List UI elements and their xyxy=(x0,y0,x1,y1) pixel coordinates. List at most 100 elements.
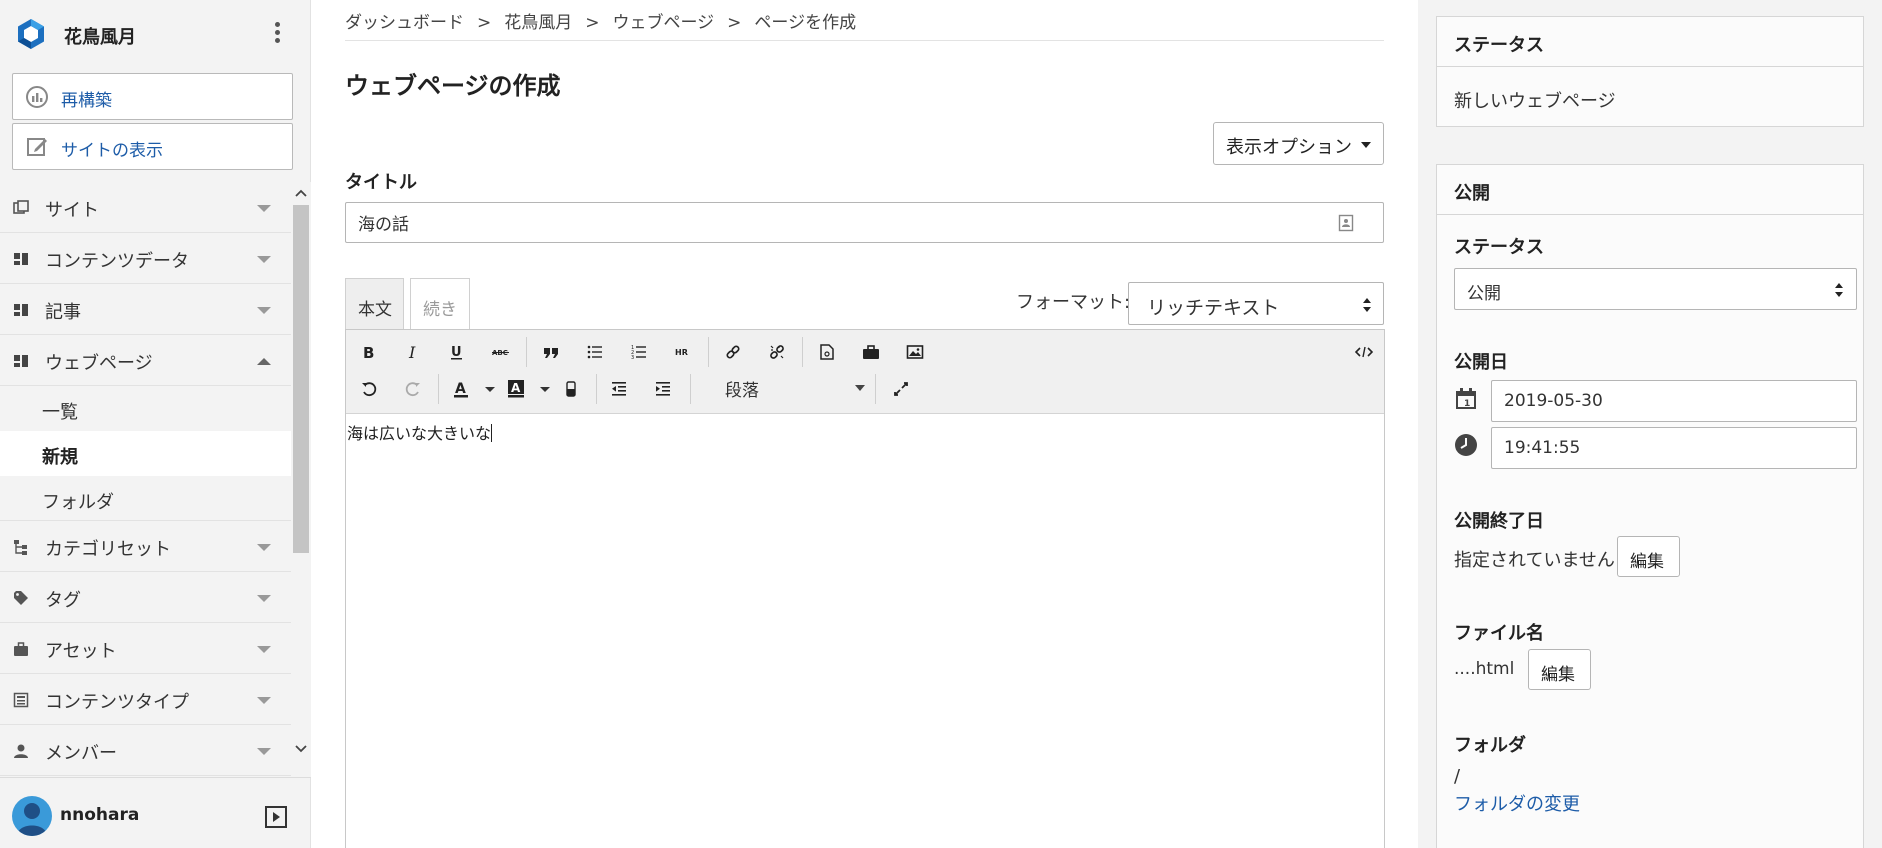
divider xyxy=(345,40,1384,41)
sidebar-item-content-data[interactable]: コンテンツデータ xyxy=(0,233,291,284)
edit-unpublish-button[interactable]: 編集 xyxy=(1617,536,1680,577)
sidebar-item-webpages[interactable]: ウェブページ xyxy=(0,335,291,386)
sidebar-item-content-types[interactable]: コンテンツタイプ xyxy=(0,674,291,725)
tab-more[interactable]: 続き xyxy=(410,278,470,330)
fullscreen-icon[interactable] xyxy=(886,374,916,404)
toolbar-separator xyxy=(526,337,527,367)
tab-label: 続き xyxy=(423,300,457,320)
publish-date-input[interactable]: 2019-05-30 xyxy=(1491,380,1857,422)
publish-time-input[interactable]: 19:41:55 xyxy=(1491,427,1857,469)
svg-text:I: I xyxy=(408,344,416,360)
insert-file-icon[interactable] xyxy=(812,337,842,367)
sidebar-item-members[interactable]: メンバー xyxy=(0,725,291,776)
undo-icon[interactable] xyxy=(354,374,384,404)
user-name[interactable]: nnohara xyxy=(60,805,139,825)
italic-icon[interactable]: I xyxy=(398,337,428,367)
indent-icon[interactable] xyxy=(648,374,678,404)
editor-content[interactable]: 海は広いな大きいな xyxy=(346,414,1384,848)
format-select[interactable]: リッチテキスト xyxy=(1128,282,1384,325)
chevron-down-icon xyxy=(257,748,271,755)
horizontal-rule-icon[interactable]: HR xyxy=(668,337,698,367)
folder-value: / xyxy=(1454,766,1461,787)
chevron-down-icon xyxy=(257,646,271,653)
title-input[interactable] xyxy=(345,202,1384,243)
blockquote-icon[interactable] xyxy=(536,337,566,367)
change-folder-link[interactable]: フォルダの変更 xyxy=(1454,790,1580,816)
edit-label: 編集 xyxy=(1541,665,1575,685)
sidebar-item-entries[interactable]: 記事 xyxy=(0,284,291,335)
svg-text:A: A xyxy=(455,381,466,397)
chevron-down-icon xyxy=(257,595,271,602)
bold-icon[interactable]: B xyxy=(354,337,384,367)
outdent-icon[interactable] xyxy=(604,374,634,404)
sidebar-item-site[interactable]: サイト xyxy=(0,182,291,233)
edit-filename-button[interactable]: 編集 xyxy=(1528,649,1591,690)
format-label: フォーマット: xyxy=(1016,292,1131,313)
underline-icon[interactable]: U xyxy=(442,337,472,367)
numbered-list-icon[interactable]: 123 xyxy=(624,337,654,367)
calendar-icon[interactable]: 1 xyxy=(1454,387,1478,411)
status-card-title: ステータス xyxy=(1454,35,1544,56)
breadcrumb-webpages[interactable]: ウェブページ xyxy=(613,13,715,33)
sidebar-subitem-new[interactable]: 新規 xyxy=(0,431,291,476)
bullet-list-icon[interactable] xyxy=(580,337,610,367)
chevron-down-icon xyxy=(257,697,271,704)
sidebar-item-tags[interactable]: タグ xyxy=(0,572,291,623)
sidebar-item-category-sets[interactable]: カテゴリセット xyxy=(0,521,291,572)
settings-panel: ステータス 新しいウェブページ 公開 ステータス 公開 公開日 1 2019-0… xyxy=(1418,0,1882,848)
display-options-button[interactable]: 表示オプション xyxy=(1213,122,1384,165)
breadcrumb-dashboard[interactable]: ダッシュボード xyxy=(345,13,464,33)
caret-down-icon[interactable] xyxy=(485,387,495,392)
insert-image-icon[interactable] xyxy=(900,337,930,367)
rebuild-button[interactable]: 再構築 xyxy=(12,73,293,120)
scroll-down-icon[interactable] xyxy=(293,740,309,756)
site-icon xyxy=(13,200,29,214)
publish-date-value: 2019-05-30 xyxy=(1504,391,1603,411)
tab-body[interactable]: 本文 xyxy=(345,278,404,330)
tag-icon xyxy=(14,591,28,605)
caret-down-icon xyxy=(1361,142,1371,148)
unpublish-date-label: 公開終了日 xyxy=(1454,511,1544,532)
clock-icon[interactable] xyxy=(1454,433,1478,457)
publish-status-select[interactable]: 公開 xyxy=(1454,268,1857,310)
folder-label: フォルダ xyxy=(1454,735,1526,756)
redo-icon[interactable] xyxy=(398,374,428,404)
page-title: ウェブページの作成 xyxy=(345,72,561,100)
sidebar-scrollbar-thumb[interactable] xyxy=(293,205,309,553)
breadcrumb-separator: > xyxy=(727,13,742,33)
more-vertical-icon[interactable] xyxy=(272,22,282,46)
source-code-icon[interactable] xyxy=(1349,337,1379,367)
paragraph-format-select[interactable]: 段落 xyxy=(719,374,871,402)
link-icon[interactable] xyxy=(718,337,748,367)
toolbar-separator xyxy=(802,337,803,367)
sidebar-subitem-folders[interactable]: フォルダ xyxy=(0,476,291,521)
sidebar-subitem-list[interactable]: 一覧 xyxy=(0,386,291,431)
contact-card-icon[interactable] xyxy=(1338,214,1354,232)
card-header: 公開 xyxy=(1437,165,1863,215)
text-color-icon[interactable]: A xyxy=(446,374,476,404)
scroll-up-icon[interactable] xyxy=(293,186,309,202)
rich-text-editor: B I U ABC 123 HR xyxy=(345,329,1385,848)
insert-asset-icon[interactable] xyxy=(856,337,886,367)
avatar[interactable] xyxy=(12,796,52,836)
main-content: ダッシュボード > 花鳥風月 > ウェブページ > ページを作成 ウェブページの作成 表示オ… xyxy=(311,0,1418,848)
strikethrough-icon[interactable]: ABC xyxy=(486,337,516,367)
display-options-label: 表示オプション xyxy=(1226,137,1352,158)
caret-down-icon[interactable] xyxy=(540,387,550,392)
edit-icon xyxy=(27,138,47,156)
breadcrumb-site[interactable]: 花鳥風月 xyxy=(504,13,572,33)
background-color-icon[interactable]: A xyxy=(501,374,531,404)
brand-name[interactable]: 花鳥風月 xyxy=(64,23,136,49)
remove-format-icon[interactable] xyxy=(556,374,586,404)
unlink-icon[interactable] xyxy=(762,337,792,367)
collapse-sidebar-icon[interactable] xyxy=(264,805,288,829)
filename-value: ....html xyxy=(1454,659,1515,679)
edit-label: 編集 xyxy=(1630,552,1664,572)
content-data-icon xyxy=(14,253,28,265)
unpublish-date-value: 指定されていません xyxy=(1454,550,1615,571)
rebuild-icon xyxy=(26,86,48,108)
webpage-icon xyxy=(14,355,28,367)
view-site-button[interactable]: サイトの表示 xyxy=(12,123,293,170)
sidebar-item-label: カテゴリセット xyxy=(45,539,171,560)
sidebar-item-assets[interactable]: アセット xyxy=(0,623,291,674)
